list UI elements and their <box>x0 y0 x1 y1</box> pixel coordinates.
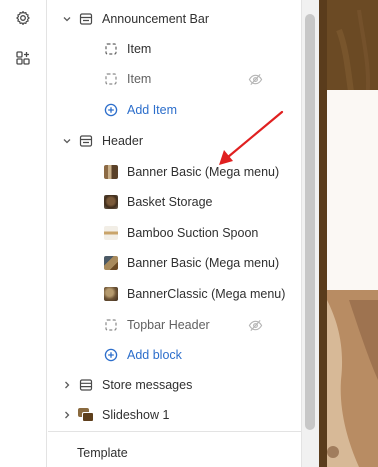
add-block-label: Add block <box>127 348 182 362</box>
block-placeholder-icon <box>103 71 119 87</box>
slideshow-thumb-icon <box>78 407 94 423</box>
block-label: BannerClassic (Mega menu) <box>127 287 286 301</box>
add-item-label: Add Item <box>127 103 178 117</box>
template-footer[interactable]: Template <box>48 438 301 467</box>
add-item-button[interactable]: Add Item <box>48 95 301 125</box>
section-layout-icon <box>78 11 94 27</box>
banner-thumb-icon <box>103 255 119 271</box>
divider <box>48 431 301 432</box>
section-label: Announcement Bar <box>102 12 210 26</box>
block-banner-basic-1[interactable]: Banner Basic (Mega menu) <box>48 157 301 187</box>
chevron-right-icon[interactable] <box>61 409 73 421</box>
scrollbar-thumb[interactable] <box>305 14 315 430</box>
block-label: Banner Basic (Mega menu) <box>127 256 280 270</box>
section-label: Store messages <box>102 378 193 392</box>
block-basket-storage[interactable]: Basket Storage <box>48 187 301 217</box>
store-preview <box>319 0 378 467</box>
chevron-down-icon[interactable] <box>61 135 73 147</box>
section-announcement-bar[interactable]: Announcement Bar <box>48 4 301 34</box>
banner-thumb-icon <box>103 286 119 302</box>
section-label: Slideshow 1 <box>102 408 170 422</box>
block-banner-basic-2[interactable]: Banner Basic (Mega menu) <box>48 248 301 278</box>
block-item-2[interactable]: Item <box>48 64 301 94</box>
block-label: Item <box>127 42 152 56</box>
block-label: Basket Storage <box>127 195 213 209</box>
banner-thumb-icon <box>103 164 119 180</box>
product-thumb-icon <box>103 225 119 241</box>
eye-hidden-icon[interactable] <box>247 317 263 333</box>
section-store-messages[interactable]: Store messages <box>48 370 301 400</box>
block-placeholder-icon <box>103 317 119 333</box>
block-topbar-header[interactable]: Topbar Header <box>48 310 301 340</box>
apps-add-icon[interactable] <box>12 47 34 69</box>
section-header[interactable]: Header <box>48 126 301 156</box>
eye-hidden-icon[interactable] <box>247 71 263 87</box>
chevron-right-icon[interactable] <box>61 379 73 391</box>
section-label: Header <box>102 134 143 148</box>
add-block-button[interactable]: Add block <box>48 340 301 370</box>
block-label: Topbar Header <box>127 318 210 332</box>
preview-image <box>319 0 378 467</box>
block-bamboo-suction-spoon[interactable]: Bamboo Suction Spoon <box>48 218 301 248</box>
section-rows-icon <box>78 377 94 393</box>
left-icon-rail <box>0 0 47 467</box>
block-bannerclassic[interactable]: BannerClassic (Mega menu) <box>48 279 301 309</box>
section-slideshow-1[interactable]: Slideshow 1 <box>48 400 301 430</box>
block-label: Bamboo Suction Spoon <box>127 226 259 240</box>
block-placeholder-icon <box>103 41 119 57</box>
template-label: Template <box>77 446 128 460</box>
chevron-down-icon[interactable] <box>61 13 73 25</box>
block-item-1[interactable]: Item <box>48 34 301 64</box>
plus-circle-icon <box>103 102 119 118</box>
block-label: Banner Basic (Mega menu) <box>127 165 280 179</box>
block-label: Item <box>127 72 152 86</box>
section-layout-icon <box>78 133 94 149</box>
product-thumb-icon <box>103 194 119 210</box>
plus-circle-icon <box>103 347 119 363</box>
gear-icon[interactable] <box>12 7 34 29</box>
section-tree-panel: Announcement Bar Item Item Add Item Head… <box>48 0 301 467</box>
